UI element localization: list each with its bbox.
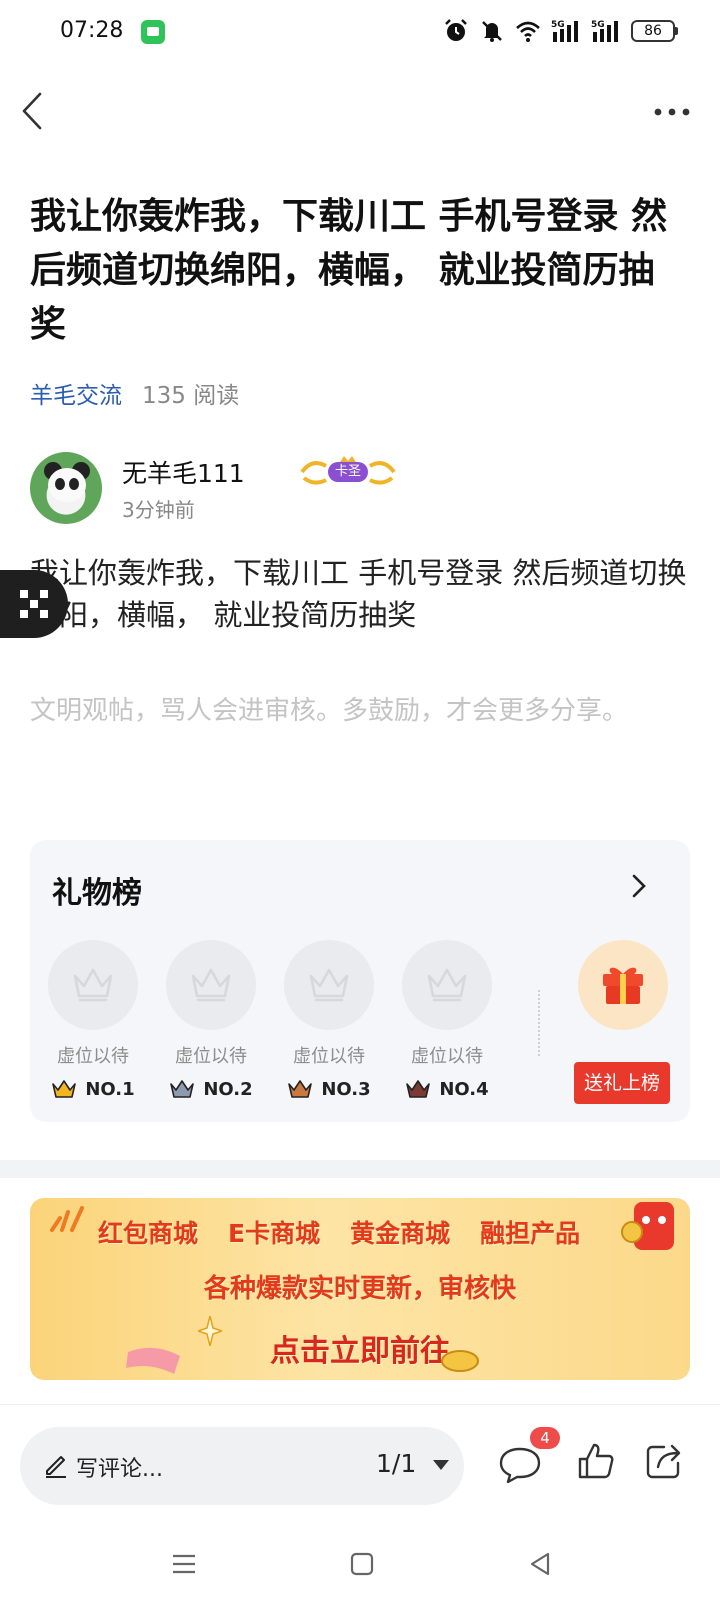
promo-cta[interactable]: 点击立即前往 (30, 1326, 690, 1370)
comment-count-badge: 4 (530, 1427, 560, 1449)
sparkle-decoration-icon (50, 1206, 84, 1232)
slot-label: 虚位以待 (175, 1046, 247, 1067)
system-navigation-bar (0, 1524, 720, 1612)
promo-item: 红包商城 (98, 1219, 199, 1248)
post-title: 我让你轰炸我，下载川工 手机号登录 然后频道切换绵阳，横幅， 就业投简历抽奖 (30, 196, 668, 345)
post-body: 我让你轰炸我，下载川工 手机号登录 然后频道切换绵阳，横幅， 就业投简历抽奖 (30, 556, 687, 632)
gift-board-title: 礼物榜 (52, 876, 142, 911)
author-name[interactable]: 无羊毛111 (122, 454, 245, 490)
crown-outline-icon (191, 968, 231, 1002)
post-time: 3分钟前 (122, 498, 195, 522)
crown-outline-icon (309, 968, 349, 1002)
wifi-icon (516, 21, 540, 42)
crown-outline-icon (73, 968, 113, 1002)
crown-bronze-icon (288, 1080, 313, 1098)
gift-box-button[interactable] (578, 940, 668, 1030)
floating-tool-button[interactable] (0, 570, 68, 638)
like-icon[interactable] (576, 1441, 616, 1481)
svg-text:5G: 5G (551, 20, 565, 30)
battery-icon: 86 (631, 20, 678, 42)
promo-item: 黄金商城 (350, 1219, 451, 1248)
slot-rank: NO.4 (439, 1078, 489, 1100)
status-bar: 07:28 5G 5G 86 (0, 0, 720, 66)
crown-silver-icon (170, 1080, 195, 1098)
share-icon[interactable] (644, 1441, 684, 1481)
red-envelope-mascot-icon (621, 1202, 674, 1250)
rank-badge: 卡圣 (298, 456, 398, 488)
page-indicator[interactable]: 1/1 (376, 1449, 416, 1478)
back-triangle-icon[interactable] (526, 1550, 554, 1578)
pen-icon (46, 1456, 66, 1478)
gift-slot[interactable]: 虚位以待 NO.2 (166, 940, 256, 1100)
promo-banner[interactable]: 红包商城 E卡商城 黄金商城 融担产品 各种爆款实时更新，审核快 点击立即前往 (30, 1198, 690, 1380)
chevron-right-icon[interactable] (628, 870, 650, 902)
bottom-action-bar: 写评论... 1/1 4 (0, 1404, 720, 1524)
promo-item: E卡商城 (228, 1219, 321, 1248)
5g-signal-icon: 5G (551, 20, 578, 42)
message-app-icon (141, 20, 165, 44)
post-meta: 羊毛交流 135 阅读 (30, 376, 239, 410)
rank-badge-label: 卡圣 (328, 462, 368, 482)
section-divider (0, 1160, 720, 1178)
battery-level: 86 (631, 20, 675, 42)
slot-label: 虚位以待 (411, 1046, 483, 1067)
home-icon[interactable] (348, 1550, 376, 1578)
slot-rank: NO.3 (321, 1078, 371, 1100)
channel-link[interactable]: 羊毛交流 (30, 376, 122, 410)
alarm-icon (445, 19, 467, 41)
mute-icon (482, 21, 502, 42)
comment-placeholder: 写评论... (76, 1457, 163, 1482)
send-gift-button[interactable]: 送礼上榜 (574, 1062, 670, 1104)
slot-rank: NO.2 (203, 1078, 253, 1100)
comment-icon[interactable] (498, 1445, 542, 1485)
read-count: 135 阅读 (142, 383, 240, 409)
crown-brown-icon (406, 1080, 431, 1098)
status-time: 07:28 (60, 18, 124, 43)
comment-input[interactable]: 写评论... 1/1 (20, 1427, 464, 1505)
avatar[interactable] (30, 452, 102, 524)
back-icon[interactable] (16, 88, 52, 134)
divider (538, 990, 540, 1056)
author-row[interactable]: 无羊毛111 卡圣 3分钟前 (30, 452, 630, 524)
5g-signal-icon: 5G (591, 20, 618, 42)
coin-icon (441, 1350, 479, 1372)
slot-label: 虚位以待 (293, 1046, 365, 1067)
svg-text:5G: 5G (591, 20, 605, 30)
caret-down-icon[interactable] (432, 1459, 450, 1471)
gift-board: 礼物榜 虚位以待 NO.1 虚位以待 NO.2 虚位以待 NO.3 虚位以待 N… (30, 840, 690, 1122)
more-icon[interactable] (652, 98, 692, 126)
grid-icon (20, 590, 48, 618)
gift-icon (603, 967, 643, 1004)
menu-icon[interactable] (170, 1550, 198, 1578)
promo-item: 融担产品 (480, 1219, 581, 1248)
promo-subtitle: 各种爆款实时更新，审核快 (203, 1274, 516, 1304)
status-icons: 5G 5G 86 (443, 18, 678, 44)
promo-categories: 红包商城 E卡商城 黄金商城 融担产品 (98, 1214, 580, 1250)
gift-slot[interactable]: 虚位以待 NO.3 (284, 940, 374, 1100)
crown-outline-icon (427, 968, 467, 1002)
gift-slot[interactable]: 虚位以待 NO.1 (48, 940, 138, 1100)
gift-slot[interactable]: 虚位以待 NO.4 (402, 940, 492, 1100)
crown-gold-icon (52, 1080, 77, 1098)
civility-notice: 文明观帖，骂人会进审核。多鼓励，才会更多分享。 (30, 696, 629, 726)
slot-rank: NO.1 (85, 1078, 135, 1100)
slot-label: 虚位以待 (57, 1046, 129, 1067)
